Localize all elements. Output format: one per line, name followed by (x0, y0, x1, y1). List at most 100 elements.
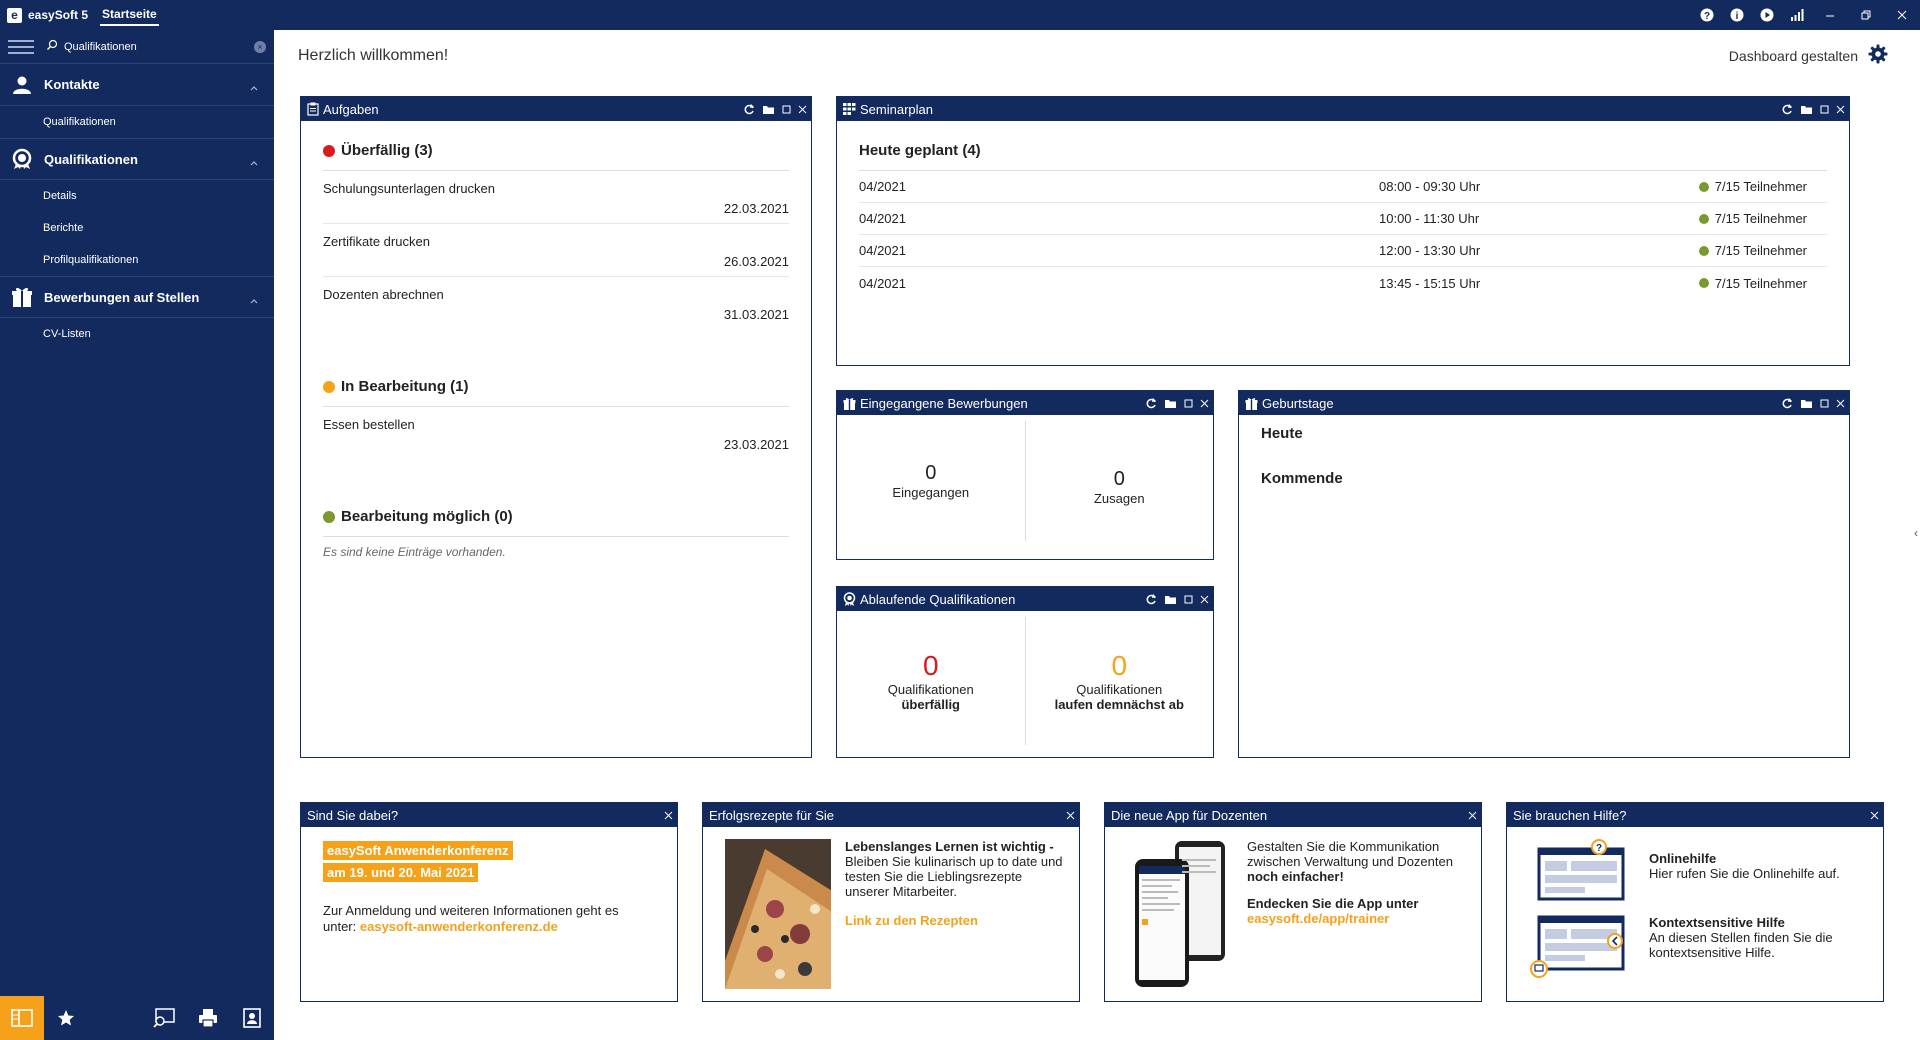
panel-geburtstage: Geburtstage Heute Kommende (1238, 390, 1850, 758)
close-panel-icon[interactable] (664, 811, 673, 820)
phone-image (1127, 839, 1231, 989)
top-bar: e easySoft 5 Startseite ? i (0, 0, 1920, 30)
refresh-icon[interactable] (1781, 103, 1793, 115)
dashboard-config-button[interactable]: Dashboard gestalten (1729, 44, 1888, 67)
play-icon[interactable] (1752, 0, 1782, 30)
hamburger-menu-icon[interactable] (8, 39, 34, 54)
task-item[interactable]: Essen bestellen 23.03.2021 (323, 407, 789, 460)
maximize-icon[interactable] (782, 105, 791, 114)
screen-search-button[interactable] (142, 996, 186, 1040)
clear-search-icon[interactable]: × (254, 40, 266, 53)
task-group-title: In Bearbeitung (1) (323, 367, 789, 407)
close-panel-icon[interactable] (1066, 811, 1075, 820)
task-item[interactable]: Schulungsunterlagen drucken 22.03.2021 (323, 171, 789, 224)
sidebar-section-kontakte[interactable]: Kontakte (0, 64, 274, 106)
panel-sind-sie-dabei: Sind Sie dabei? easySoft Anwenderkonfere… (300, 802, 678, 1002)
refresh-icon[interactable] (1781, 397, 1793, 409)
search-input[interactable] (64, 40, 254, 53)
stat-laufen-ab[interactable]: 0 Qualifikationen laufen demnächst ab (1026, 611, 1214, 751)
panel-aufgaben: Aufgaben Überfällig (3) Schulungsunterla… (300, 96, 812, 758)
folder-icon[interactable] (1800, 398, 1813, 409)
refresh-icon[interactable] (743, 103, 755, 115)
conference-link[interactable]: easysoft-anwenderkonferenz.de (360, 919, 558, 934)
dashboard-layout-button[interactable] (0, 996, 44, 1040)
panel-title: Erfolgsrezepte für Sie (709, 807, 835, 823)
close-panel-icon[interactable] (798, 105, 807, 114)
print-button[interactable] (186, 996, 230, 1040)
info-icon[interactable]: i (1722, 0, 1752, 30)
sidebar-item-cv-listen[interactable]: CV-Listen (0, 318, 274, 350)
maximize-icon[interactable] (1184, 595, 1193, 604)
participants-text: 7/15 Teilnehmer (1714, 211, 1807, 226)
logo-badge: e (7, 7, 22, 23)
signal-icon[interactable] (1782, 0, 1812, 30)
task-item[interactable]: Zertifikate drucken 26.03.2021 (323, 224, 789, 277)
restore-icon[interactable] (1848, 0, 1884, 30)
maximize-icon[interactable] (1184, 399, 1193, 408)
recipes-link[interactable]: Link zu den Rezepten (845, 913, 1065, 928)
chevron-up-icon[interactable] (250, 79, 258, 94)
sidebar-item-berichte[interactable]: Berichte (0, 212, 274, 244)
task-group-ueberfaellig: Überfällig (3) Schulungsunterlagen druck… (301, 131, 811, 330)
close-icon[interactable] (1884, 0, 1920, 30)
sidebar-item-qualifikationen[interactable]: Qualifikationen (0, 106, 274, 138)
chevron-up-icon[interactable] (250, 292, 258, 307)
folder-icon[interactable] (1164, 398, 1177, 409)
close-panel-icon[interactable] (1200, 595, 1209, 604)
stat-eingegangen[interactable]: 0 Eingegangen (837, 415, 1025, 547)
app-logo: e easySoft 5 (7, 7, 88, 23)
sidebar-section-qualifikationen[interactable]: Qualifikationen (0, 138, 274, 180)
close-panel-icon[interactable] (1836, 399, 1845, 408)
context-help-icon[interactable] (1529, 913, 1629, 979)
close-panel-icon[interactable] (1870, 811, 1879, 820)
task-name: Dozenten abrechnen (323, 287, 444, 302)
sidebar-item-profilqualifikationen[interactable]: Profilqualifikationen (0, 244, 274, 276)
promo-bold: noch einfacher! (1247, 869, 1344, 884)
seminar-name: 04/2021 (859, 179, 906, 194)
collapse-right-icon[interactable]: ‹ (1914, 526, 1918, 540)
refresh-icon[interactable] (1145, 397, 1157, 409)
app-link[interactable]: easysoft.de/app/trainer (1247, 911, 1469, 926)
folder-icon[interactable] (1164, 594, 1177, 605)
svg-text:?: ? (1704, 11, 1710, 22)
help-icon[interactable]: ? (1692, 0, 1722, 30)
close-panel-icon[interactable] (1468, 811, 1477, 820)
folder-icon[interactable] (1800, 104, 1813, 115)
tab-startseite[interactable]: Startseite (100, 4, 159, 26)
panel-seminarplan: Seminarplan Heute geplant (4) 04/2021 08:… (836, 96, 1850, 366)
online-help-icon[interactable]: ? (1529, 839, 1629, 901)
birthday-today-label: Heute (1261, 425, 1303, 442)
task-item[interactable]: Dozenten abrechnen 31.03.2021 (323, 277, 789, 330)
sidebar-section-bewerbungen[interactable]: Bewerbungen auf Stellen (0, 276, 274, 318)
stat-zusagen[interactable]: 0 Zusagen (1026, 415, 1214, 547)
seminar-row[interactable]: 04/2021 10:00 - 11:30 Uhr 7/15 Teilnehmer (859, 203, 1827, 235)
panel-title: Aufgaben (323, 101, 379, 117)
seminar-heading: Heute geplant (4) (859, 131, 1827, 171)
seminar-row[interactable]: 04/2021 12:00 - 13:30 Uhr 7/15 Teilnehmer (859, 235, 1827, 267)
seminar-time: 10:00 - 11:30 Uhr (1379, 211, 1480, 226)
sidebar-item-details[interactable]: Details (0, 180, 274, 212)
panel-actions (1138, 397, 1209, 409)
chevron-up-icon[interactable] (250, 154, 258, 169)
panel-actions (736, 103, 807, 115)
close-panel-icon[interactable] (1836, 105, 1845, 114)
task-date: 23.03.2021 (723, 437, 789, 452)
maximize-icon[interactable] (1820, 105, 1829, 114)
seminar-name: 04/2021 (859, 275, 906, 291)
status-dot-green (323, 510, 335, 523)
help-text-1: Onlinehilfe Hier rufen Sie die Onlinehilf… (1649, 851, 1871, 881)
stat-label: Eingegangen (892, 485, 970, 500)
minimize-icon[interactable] (1812, 0, 1848, 30)
refresh-icon[interactable] (1145, 593, 1157, 605)
seminar-row[interactable]: 04/2021 08:00 - 09:30 Uhr 7/15 Teilnehmer (859, 171, 1827, 203)
maximize-icon[interactable] (1820, 399, 1829, 408)
seminar-row[interactable]: 04/2021 13:45 - 15:15 Uhr 7/15 Teilnehmer (859, 267, 1827, 299)
gear-icon (1868, 44, 1888, 67)
stat-ueberfaellig[interactable]: 0 Qualifikationen überfällig (837, 611, 1025, 751)
favorites-star-button[interactable] (44, 996, 88, 1040)
contact-card-button[interactable] (230, 996, 274, 1040)
stat-label: Zusagen (1093, 491, 1145, 506)
close-panel-icon[interactable] (1200, 399, 1209, 408)
panel-bewerbungen: Eingegangene Bewerbungen 0 Eingegangen 0… (836, 390, 1214, 560)
folder-icon[interactable] (762, 104, 775, 115)
